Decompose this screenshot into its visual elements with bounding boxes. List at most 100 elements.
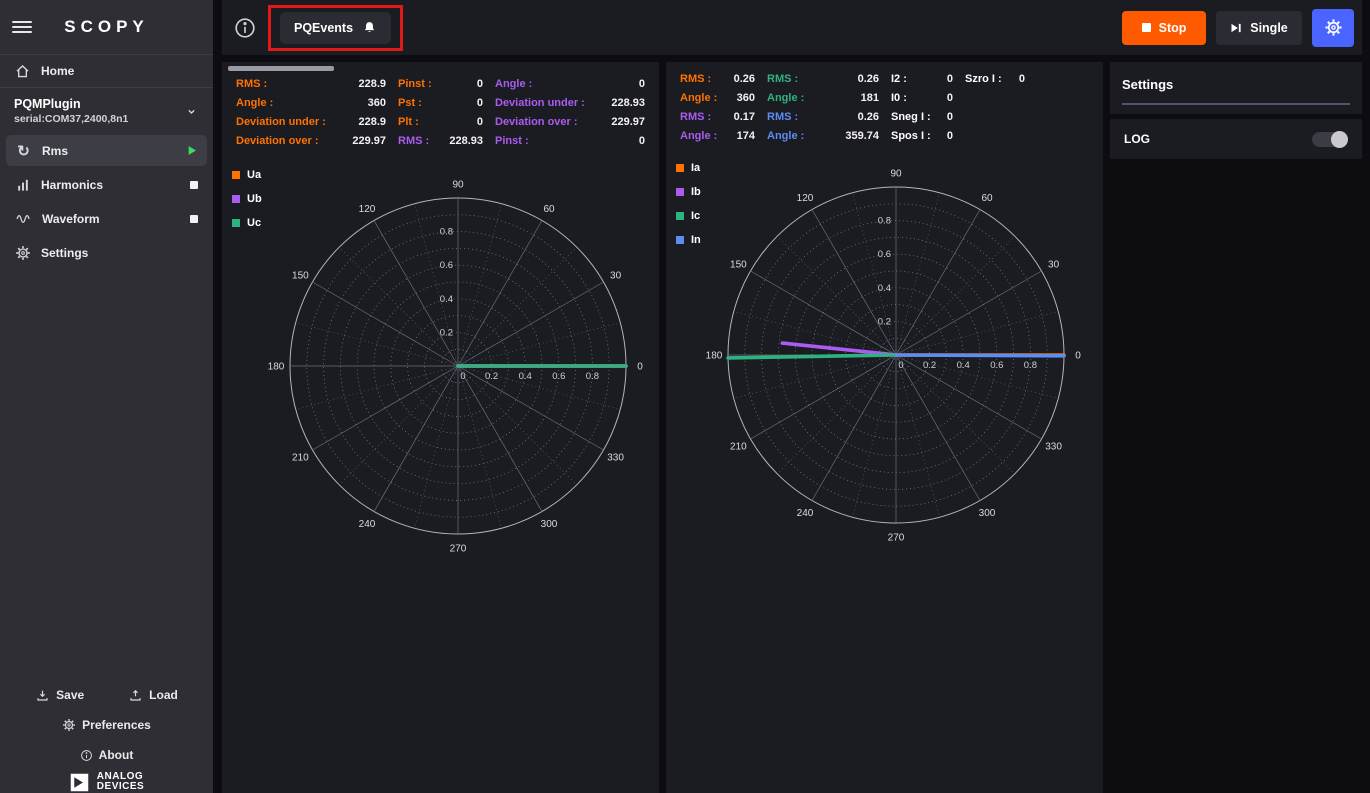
svg-text:120: 120: [797, 193, 814, 204]
svg-text:0: 0: [898, 360, 903, 371]
sidebar-item-label: Waveform: [42, 212, 100, 226]
svg-text:270: 270: [450, 544, 467, 555]
svg-text:90: 90: [890, 169, 902, 180]
menu-icon[interactable]: [12, 21, 32, 33]
load-label: Load: [149, 688, 178, 702]
brand-text: ANALOG DEVICES: [97, 772, 144, 792]
adi-logo: ANALOG DEVICES: [0, 770, 213, 793]
sidebar-item-label: Home: [41, 64, 74, 78]
save-label: Save: [56, 688, 84, 702]
settings-header-card: Settings: [1110, 62, 1362, 114]
plot-settings-button[interactable]: [1312, 9, 1354, 47]
load-icon: [128, 688, 143, 703]
sidebar-footer: Save Load Preferences About ANAL: [0, 680, 213, 793]
info-icon[interactable]: [234, 17, 256, 39]
svg-text:0.8: 0.8: [1024, 360, 1037, 371]
svg-text:0.8: 0.8: [586, 371, 599, 382]
svg-text:0.4: 0.4: [440, 294, 453, 305]
current-polar-panel: RMS :0.26RMS :0.26I2 :0Szro I :0Angle :3…: [666, 62, 1103, 793]
settings-panel: Settings LOG: [1110, 62, 1362, 793]
stop-indicator-icon[interactable]: [190, 181, 198, 189]
save-icon: [35, 688, 50, 703]
bell-icon: [362, 20, 377, 36]
stop-indicator-icon[interactable]: [190, 215, 198, 223]
single-icon: [1230, 21, 1242, 35]
svg-text:270: 270: [888, 533, 905, 544]
chevron-down-icon[interactable]: [184, 104, 199, 119]
svg-text:0.2: 0.2: [878, 316, 891, 327]
preferences-label: Preferences: [82, 718, 151, 732]
voltage-polar-panel: RMS :228.9Pinst :0Angle :0Angle :360Pst …: [222, 62, 659, 793]
stop-button[interactable]: Stop: [1122, 11, 1206, 45]
svg-text:240: 240: [797, 508, 814, 519]
log-toggle[interactable]: [1312, 132, 1348, 147]
svg-text:30: 30: [1048, 260, 1060, 271]
svg-text:210: 210: [292, 453, 309, 464]
log-toggle-knob: [1331, 131, 1348, 148]
current-polar-chart: 030609012015018021024027030033000.20.40.…: [666, 62, 1103, 793]
svg-text:330: 330: [607, 453, 624, 464]
sidebar: SCOPY Home PQMPlugin serial:COM37,2400,8…: [0, 0, 213, 793]
pqevents-label: PQEvents: [294, 21, 353, 35]
sidebar-item-harmonics[interactable]: Harmonics: [6, 169, 207, 200]
plugin-name: PQMPlugin: [14, 97, 128, 111]
sidebar-item-home[interactable]: Home: [0, 55, 213, 88]
stop-label: Stop: [1159, 21, 1187, 35]
svg-text:0: 0: [1075, 351, 1081, 362]
svg-text:120: 120: [359, 204, 376, 215]
sidebar-item-waveform[interactable]: Waveform: [6, 203, 207, 234]
log-label: LOG: [1124, 132, 1150, 146]
svg-text:150: 150: [730, 260, 747, 271]
svg-text:0.8: 0.8: [878, 216, 891, 227]
svg-text:0.6: 0.6: [552, 371, 565, 382]
svg-text:0: 0: [637, 362, 643, 373]
run-play-icon[interactable]: [186, 144, 198, 157]
svg-text:0.4: 0.4: [519, 371, 532, 382]
svg-text:0.4: 0.4: [957, 360, 970, 371]
sidebar-plugin-header[interactable]: PQMPlugin serial:COM37,2400,8n1: [0, 88, 213, 132]
about-button[interactable]: About: [0, 740, 213, 770]
svg-text:300: 300: [979, 508, 996, 519]
svg-text:300: 300: [541, 519, 558, 530]
rms-icon: ↻: [15, 142, 32, 160]
svg-text:0.2: 0.2: [923, 360, 936, 371]
gear-icon: [15, 245, 31, 261]
info-icon: [80, 749, 93, 762]
single-button[interactable]: Single: [1216, 11, 1302, 45]
app-logo: SCOPY: [32, 17, 181, 37]
svg-text:240: 240: [359, 519, 376, 530]
sidebar-item-rms[interactable]: ↻ Rms: [6, 135, 207, 166]
svg-text:210: 210: [730, 442, 747, 453]
sidebar-item-settings[interactable]: Settings: [6, 237, 207, 268]
svg-text:60: 60: [543, 204, 555, 215]
adi-logo-mark: [69, 772, 90, 793]
svg-text:0.6: 0.6: [878, 249, 891, 260]
svg-text:0: 0: [460, 371, 465, 382]
svg-text:0.2: 0.2: [485, 371, 498, 382]
svg-text:330: 330: [1045, 442, 1062, 453]
svg-text:0.4: 0.4: [878, 283, 891, 294]
harmonics-icon: [15, 177, 31, 193]
sidebar-header: SCOPY: [0, 0, 213, 55]
pqevents-button[interactable]: PQEvents: [280, 12, 391, 44]
sidebar-item-label: Harmonics: [41, 178, 103, 192]
gear-icon: [62, 718, 76, 732]
load-button[interactable]: Load: [128, 688, 178, 703]
gear-icon: [1324, 18, 1343, 37]
plugin-subtitle: serial:COM37,2400,8n1: [14, 113, 128, 125]
svg-text:0.6: 0.6: [990, 360, 1003, 371]
svg-text:150: 150: [292, 271, 309, 282]
stop-icon: [1142, 23, 1151, 32]
topbar: PQEvents Stop Single: [222, 0, 1362, 55]
home-icon: [14, 63, 31, 80]
sidebar-item-label: Rms: [42, 144, 68, 158]
svg-text:0.2: 0.2: [440, 327, 453, 338]
preferences-button[interactable]: Preferences: [0, 710, 213, 740]
svg-text:60: 60: [981, 193, 993, 204]
single-label: Single: [1250, 21, 1288, 35]
svg-text:0.8: 0.8: [440, 227, 453, 238]
save-button[interactable]: Save: [35, 688, 84, 703]
svg-text:90: 90: [452, 180, 464, 191]
about-label: About: [99, 748, 134, 762]
settings-title: Settings: [1122, 77, 1350, 92]
